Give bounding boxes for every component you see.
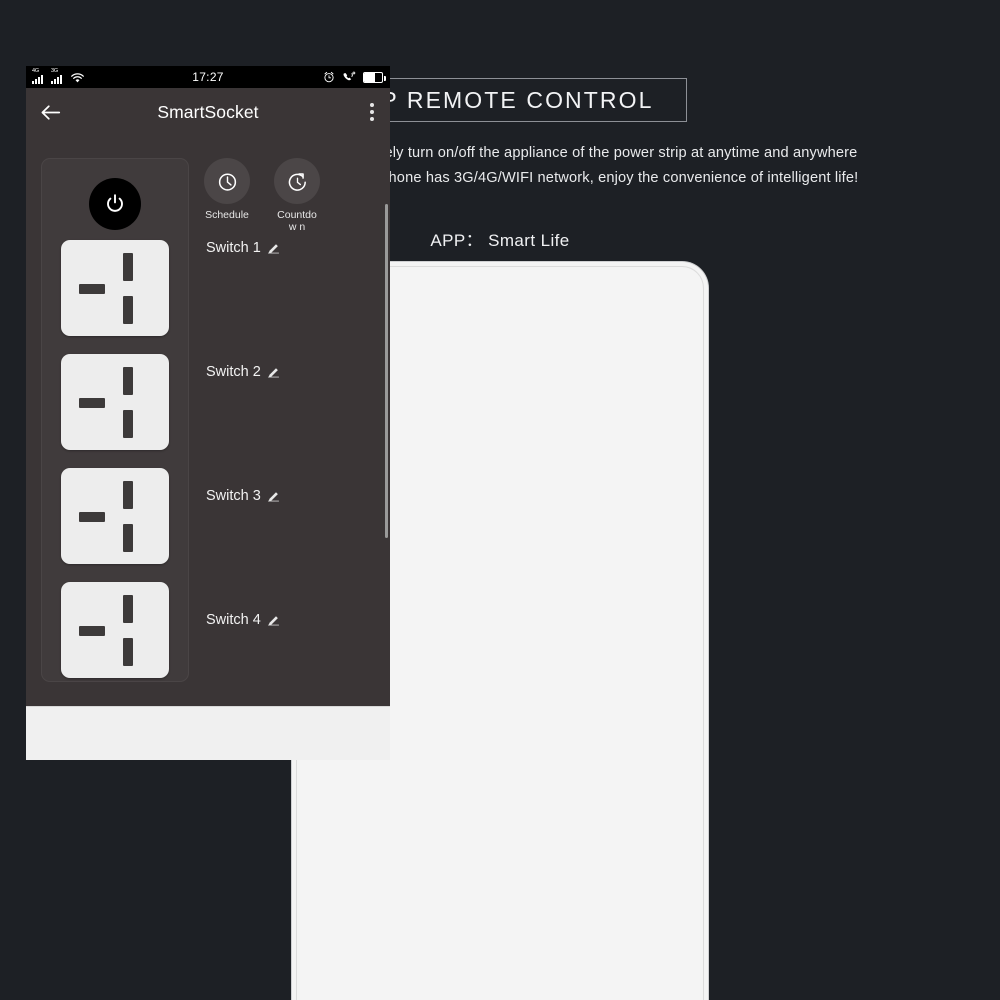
switch-label: Switch 2: [206, 364, 261, 380]
vertical-scrollbar[interactable]: [385, 204, 388, 538]
outlet-socket[interactable]: [61, 468, 169, 564]
phone-bottom-panel: [26, 706, 390, 760]
call-sound-icon: [343, 71, 356, 81]
countdown-timer-icon: [288, 172, 306, 191]
schedule-clock-icon: [218, 172, 236, 191]
socket-slot-earth: [79, 284, 105, 294]
edit-pencil-icon[interactable]: [267, 366, 280, 379]
power-button[interactable]: [89, 178, 141, 230]
app-bar-title: SmartSocket: [157, 101, 259, 122]
switch-row[interactable]: Switch 1: [206, 240, 280, 256]
outlet-socket[interactable]: [61, 582, 169, 678]
power-strip-graphic: [41, 158, 189, 682]
switch-label: Switch 1: [206, 240, 261, 256]
switch-label: Switch 4: [206, 612, 261, 628]
edit-pencil-icon[interactable]: [267, 242, 280, 255]
outlet-socket[interactable]: [61, 354, 169, 450]
socket-slot-neutral: [123, 638, 133, 666]
status-bar-right: [323, 71, 386, 83]
page-root: APP REMOTE CONTROL User can use a smartp…: [0, 0, 1000, 1000]
socket-slot-live: [123, 481, 133, 509]
power-icon: [107, 194, 123, 212]
socket-slot-earth: [79, 398, 105, 408]
status-bar: 4G 3G 17:27: [26, 66, 390, 88]
battery-icon: [363, 71, 386, 83]
edit-pencil-icon[interactable]: [267, 614, 280, 627]
outlet-socket[interactable]: [61, 240, 169, 336]
socket-slot-earth: [79, 626, 105, 636]
action-buttons: Schedule Countdow n: [204, 158, 320, 233]
alarm-clock-icon: [324, 71, 334, 83]
countdown-label: Countdow n: [277, 209, 317, 233]
switch-row[interactable]: Switch 3: [206, 488, 280, 504]
socket-slot-neutral: [123, 410, 133, 438]
switch-row[interactable]: Switch 2: [206, 364, 280, 380]
schedule-button[interactable]: Schedule: [204, 158, 250, 233]
socket-slot-live: [123, 367, 133, 395]
switch-label: Switch 3: [206, 488, 261, 504]
edit-pencil-icon[interactable]: [267, 490, 280, 503]
switch-row[interactable]: Switch 4: [206, 612, 280, 628]
socket-slot-live: [123, 595, 133, 623]
countdown-button[interactable]: Countdow n: [274, 158, 320, 233]
socket-slot-neutral: [123, 296, 133, 324]
socket-slot-live: [123, 253, 133, 281]
socket-slot-neutral: [123, 524, 133, 552]
main-content: Switch 1 Switch 2 Switch 3 Switch 4 Sche…: [26, 136, 390, 706]
page-title: APP REMOTE CONTROL: [346, 86, 654, 113]
schedule-label: Schedule: [205, 209, 249, 221]
socket-slot-earth: [79, 512, 105, 522]
phone-screen: 4G 3G 17:27 SmartSocket Switch 1 Switch …: [26, 66, 390, 706]
overflow-menu-icon[interactable]: [370, 103, 374, 121]
app-bar: SmartSocket: [26, 88, 390, 136]
